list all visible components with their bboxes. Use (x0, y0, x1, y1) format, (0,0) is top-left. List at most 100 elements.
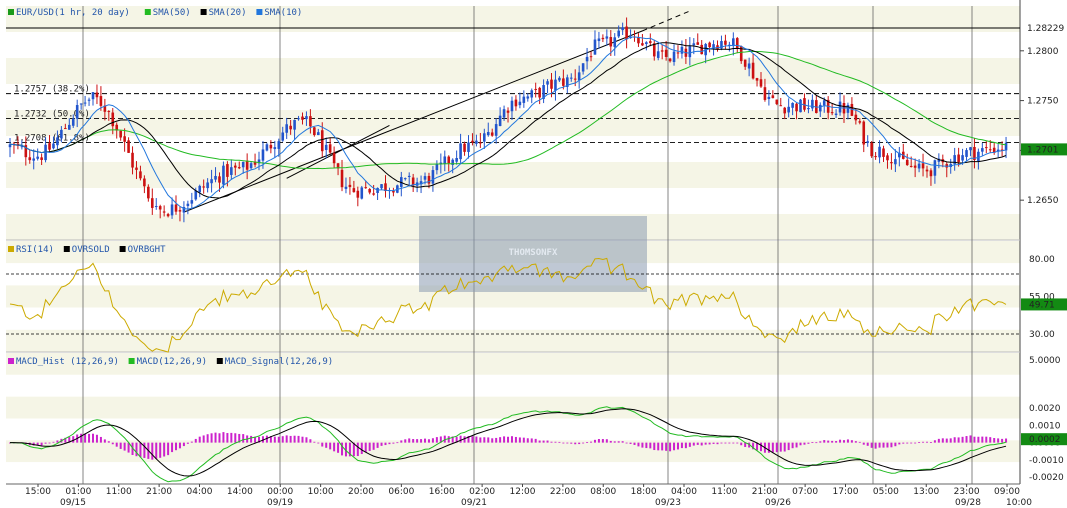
macd-hist-bar (206, 434, 209, 443)
candle-up (87, 99, 91, 101)
macd-hist-bar (408, 438, 411, 443)
macd-hist-bar (242, 434, 245, 443)
macd-hist-bar (123, 442, 126, 451)
candle-up (467, 142, 470, 152)
macd-hist-bar (495, 437, 498, 443)
candle-down (921, 163, 925, 169)
macd-hist-bar (775, 442, 778, 453)
candle-down (652, 43, 656, 57)
macd-hist-bar (392, 442, 395, 444)
price-band (6, 110, 1020, 136)
macd-hist-bar (570, 442, 573, 444)
macd-hist-bar (716, 442, 719, 445)
macd-hist-bar (507, 436, 510, 443)
macd-hist-bar (720, 442, 723, 444)
macd-hist-bar (704, 442, 707, 445)
x-time-label: 12:00 (510, 487, 536, 497)
macd-hist-bar (645, 442, 648, 449)
candle-down (269, 144, 273, 149)
candle-down (237, 167, 241, 169)
x-time-label: 13:00 (913, 487, 939, 497)
macd-hist-bar (846, 439, 849, 443)
candle-up (52, 143, 55, 149)
macd-hist-bar (767, 442, 770, 453)
candle-down (763, 87, 767, 100)
x-date-label: 09/26 (765, 498, 791, 508)
macd-hist-bar (977, 436, 980, 443)
x-date-label: 09/19 (267, 498, 293, 508)
macd-hist-bar (993, 438, 996, 443)
macd-hist-bar (321, 442, 324, 447)
candle-down (795, 103, 798, 112)
candle-down (676, 52, 680, 54)
macd-hist-bar (850, 440, 853, 443)
candle-up (281, 132, 285, 141)
macd-hist-bar (487, 437, 490, 443)
candle-down (783, 107, 787, 114)
candle-down (111, 112, 115, 127)
macd-hist-bar (190, 441, 193, 443)
candle-down (957, 154, 960, 163)
candle-down (573, 78, 577, 80)
x-time-label: 21:00 (752, 487, 778, 497)
macd-band (6, 374, 1020, 397)
high-level-label: 1.28229 (1027, 24, 1064, 34)
macd-hist-bar (835, 441, 838, 443)
macd-hist-bar (222, 432, 225, 443)
candle-down (905, 159, 909, 166)
candle-down (392, 190, 395, 193)
macd-hist-bar (56, 440, 59, 443)
candle-up (435, 164, 439, 171)
macd-legend-label: MACD_Signal(12,26,9) (225, 357, 333, 367)
macd-hist-bar (84, 433, 87, 443)
macd-hist-bar (380, 442, 383, 446)
candle-down (779, 105, 783, 107)
macd-hist-bar (313, 441, 316, 443)
macd-hist-bar (483, 437, 486, 443)
candle-down (925, 169, 929, 172)
price-legend-label: SMA(20) (209, 8, 247, 18)
candle-up (293, 119, 296, 130)
candle-up (645, 42, 648, 44)
price-legend-label: SMA(10) (264, 8, 302, 18)
candle-down (858, 121, 862, 123)
macd-hist-bar (866, 442, 869, 446)
macd-hist-bar (526, 438, 529, 443)
rsi-legend-swatch (63, 246, 70, 252)
macd-hist-bar (550, 441, 553, 443)
macd-hist-bar (285, 435, 288, 443)
macd-legend-swatch (128, 358, 135, 364)
candle-up (933, 160, 937, 176)
candle-up (324, 144, 328, 151)
candle-up (190, 200, 194, 204)
macd-hist-bar (700, 442, 703, 446)
candle-down (218, 176, 221, 183)
macd-hist-bar (558, 441, 561, 443)
candle-down (162, 211, 166, 213)
macd-hist-bar (388, 442, 391, 445)
macd-hist-bar (862, 442, 865, 445)
candle-up (530, 90, 534, 98)
macd-hist-bar (518, 437, 521, 443)
macd-hist-bar (578, 442, 581, 445)
macd-hist-bar (194, 438, 197, 443)
macd-hist-bar (870, 442, 873, 448)
macd-legend-label: MACD(12,26,9) (137, 357, 207, 367)
price-band (6, 58, 1020, 84)
candle-up (977, 151, 980, 162)
candle-down (874, 156, 877, 158)
macd-hist-bar (566, 442, 569, 444)
rsi-legend-label: RSI(14) (16, 245, 54, 255)
price-legend-swatch (256, 9, 263, 15)
macd-hist-bar (680, 442, 683, 449)
candle-down (909, 165, 913, 167)
candle-down (131, 152, 134, 168)
candle-up (36, 156, 39, 159)
rsi-tick-label: 80.00 (1029, 255, 1055, 265)
macd-hist-bar (40, 442, 43, 446)
macd-hist-bar (740, 442, 743, 446)
candle-up (198, 185, 202, 193)
macd-hist-bar (831, 440, 834, 443)
macd-hist-bar (925, 441, 928, 443)
candle-down (641, 43, 644, 46)
